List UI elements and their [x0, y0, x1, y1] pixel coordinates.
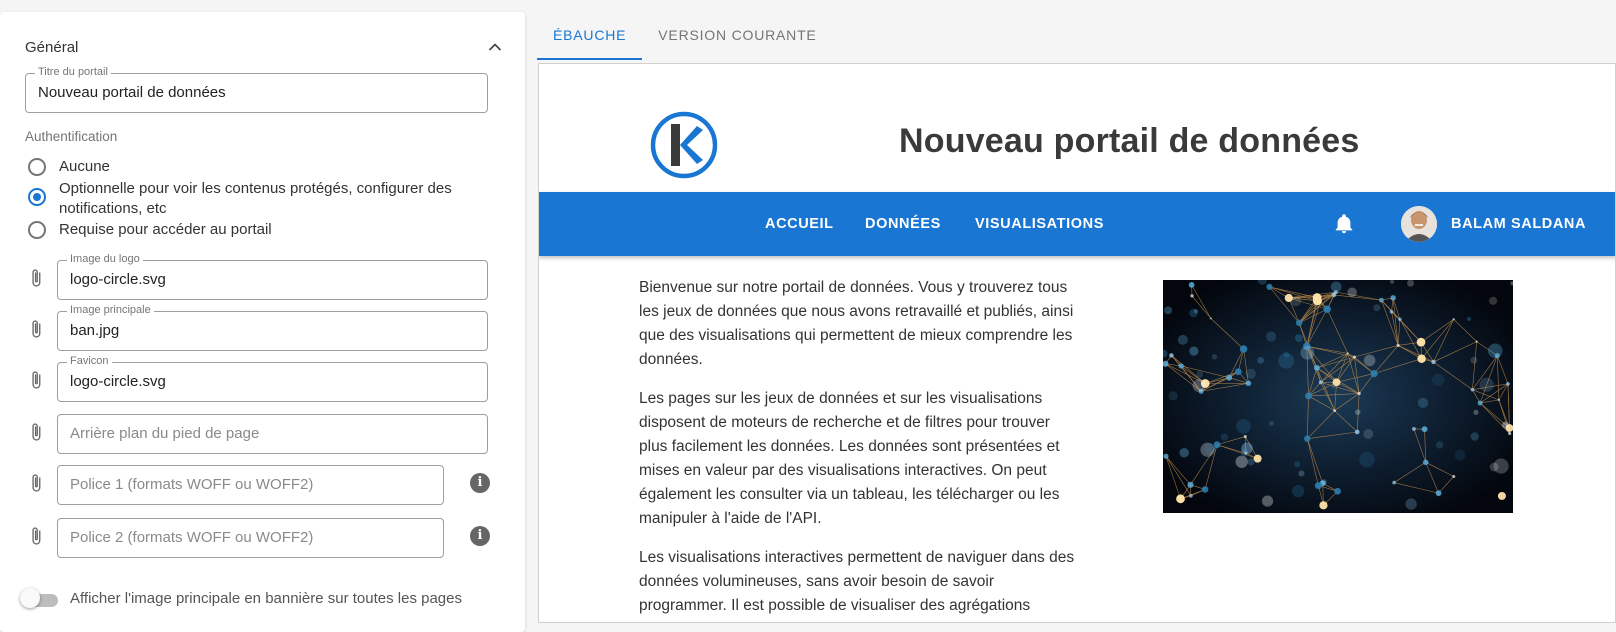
general-section-header[interactable]: Général — [25, 32, 505, 62]
auth-option-required[interactable]: Requise pour accéder au portail — [28, 220, 489, 240]
radio-none[interactable] — [28, 158, 46, 176]
radio-required[interactable] — [28, 221, 46, 239]
settings-panel: Général Titre du portail Nouveau portail… — [0, 12, 525, 632]
favicon-value: logo-circle.svg — [70, 363, 166, 401]
preview-tabs: ÉBAUCHE VERSION COURANTE — [537, 14, 833, 60]
paperclip-icon[interactable] — [26, 420, 46, 444]
footer-background-placeholder: Arrière plan du pied de page — [70, 415, 259, 453]
nav-item-donnees[interactable]: DONNÉES — [865, 192, 941, 256]
paragraph: Les pages sur les jeux de données et sur… — [639, 387, 1079, 531]
auth-label: Authentification — [25, 129, 117, 144]
nav-item-accueil[interactable]: ACCUEIL — [765, 192, 834, 256]
main-image — [1163, 280, 1513, 513]
user-name[interactable]: BALAM SALDANA — [1451, 192, 1586, 256]
avatar-image — [1401, 206, 1437, 242]
chevron-up-icon[interactable] — [485, 37, 505, 57]
welcome-text: Bienvenue sur notre portail de données. … — [639, 276, 1079, 623]
info-icon[interactable]: i — [470, 526, 490, 546]
font1-placeholder: Police 1 (formats WOFF ou WOFF2) — [70, 466, 313, 504]
paperclip-icon[interactable] — [26, 368, 46, 392]
font2-field[interactable]: Police 2 (formats WOFF ou WOFF2) — [57, 518, 444, 558]
auth-option-none[interactable]: Aucune — [28, 157, 489, 177]
banner-toggle-label: Afficher l'image principale en bannière … — [70, 590, 462, 607]
paperclip-icon[interactable] — [26, 266, 46, 290]
footer-background-field[interactable]: Arrière plan du pied de page — [57, 414, 488, 454]
logo-image-value: logo-circle.svg — [70, 261, 166, 299]
tab-draft[interactable]: ÉBAUCHE — [537, 14, 642, 60]
paragraph: Les visualisations interactives permette… — [639, 546, 1079, 618]
avatar[interactable] — [1401, 206, 1437, 242]
portal-nav-bar: ACCUEIL DONNÉES VISUALISATIONS BALAM SAL… — [539, 192, 1616, 256]
main-image-field[interactable]: Image principale ban.jpg — [57, 311, 488, 351]
paperclip-icon[interactable] — [26, 524, 46, 548]
logo-image-field[interactable]: Image du logo logo-circle.svg — [57, 260, 488, 300]
info-icon[interactable]: i — [470, 473, 490, 493]
banner-toggle-thumb[interactable] — [20, 588, 40, 608]
auth-option-optional-label: Optionnelle pour voir les contenus proté… — [59, 179, 489, 219]
paperclip-icon[interactable] — [26, 471, 46, 495]
network-image — [1163, 280, 1513, 513]
portal-title: Nouveau portail de données — [899, 122, 1360, 161]
auth-option-none-label: Aucune — [59, 157, 489, 177]
portal-preview: Nouveau portail de données ACCUEIL DONNÉ… — [538, 63, 1616, 623]
portal-logo — [649, 110, 719, 180]
font2-placeholder: Police 2 (formats WOFF ou WOFF2) — [70, 519, 313, 557]
portal-title-field[interactable]: Titre du portail Nouveau portail de donn… — [25, 73, 488, 113]
favicon-field[interactable]: Favicon logo-circle.svg — [57, 362, 488, 402]
bell-icon[interactable] — [1333, 212, 1355, 236]
tab-current-version[interactable]: VERSION COURANTE — [642, 14, 832, 60]
section-title: Général — [25, 39, 78, 56]
portal-title-value: Nouveau portail de données — [38, 74, 226, 112]
font1-field[interactable]: Police 1 (formats WOFF ou WOFF2) — [57, 465, 444, 505]
radio-optional[interactable] — [28, 188, 46, 206]
main-image-value: ban.jpg — [70, 312, 119, 350]
nav-item-visualisations[interactable]: VISUALISATIONS — [975, 192, 1104, 256]
paragraph: Bienvenue sur notre portail de données. … — [639, 276, 1079, 372]
auth-option-optional[interactable]: Optionnelle pour voir les contenus proté… — [28, 179, 489, 219]
auth-option-required-label: Requise pour accéder au portail — [59, 220, 489, 240]
paperclip-icon[interactable] — [26, 317, 46, 341]
